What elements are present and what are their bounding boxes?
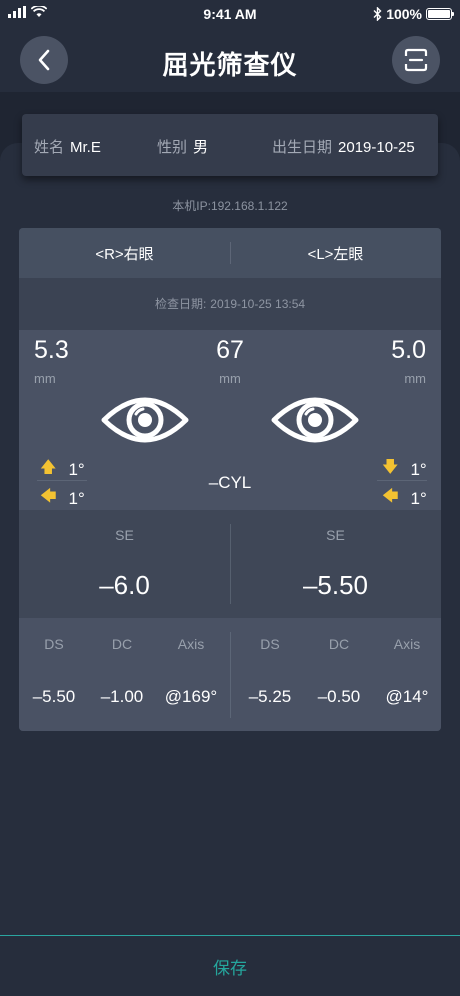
right-se-label: SE xyxy=(115,527,134,543)
arrow-left-icon: 🡄 xyxy=(382,488,399,505)
measurement-panel: 5.3 mm 67 mm 5.0 mm 🡅 1° 🡄 1° –CYL 🡇 1° … xyxy=(19,330,441,510)
left-pupil-size: 5.0 xyxy=(391,336,426,364)
left-vertical-tilt: 🡇 1° xyxy=(382,456,427,483)
left-axis-header: Axis xyxy=(393,636,421,652)
left-pupil-unit: mm xyxy=(404,371,426,386)
right-dc-header: DC xyxy=(111,636,133,652)
exam-date-value: 2019-10-25 13:54 xyxy=(210,297,306,311)
save-button[interactable]: 保存 xyxy=(0,935,460,996)
right-axis-value: @169° xyxy=(164,687,218,706)
arrow-down-icon: 🡇 xyxy=(382,459,399,476)
name-value: Mr.E xyxy=(70,139,101,156)
battery-percent: 100% xyxy=(386,6,422,22)
right-se: SE –6.0 xyxy=(19,510,230,618)
gender-label: 性别 xyxy=(157,139,188,156)
nav-bar: 屈光筛查仪 xyxy=(0,28,460,92)
right-axis-header: Axis xyxy=(177,636,205,652)
scan-button[interactable] xyxy=(392,36,440,84)
scan-icon xyxy=(404,48,428,72)
patient-name: 姓名 Mr.E xyxy=(34,136,101,157)
pupil-distance-unit: mm xyxy=(219,371,241,386)
left-horizontal-tilt: 🡄 1° xyxy=(382,485,427,512)
birth-value: 2019-10-25 xyxy=(338,139,415,156)
gender-value: 男 xyxy=(193,139,209,156)
tab-right-eye[interactable]: <R>右眼 xyxy=(19,228,230,278)
left-dc-header: DC xyxy=(328,636,350,652)
result-card: <R>右眼 <L>左眼 检查日期: 2019-10-25 13:54 5.3 mm… xyxy=(19,228,441,731)
left-tilt-divider xyxy=(377,480,427,481)
left-tilt-down-value: 1° xyxy=(410,459,427,479)
prescription-row: DS DC Axis –5.50 –1.00 @169° DS DC Axis … xyxy=(19,618,441,731)
left-ds-value: –5.25 xyxy=(248,687,292,706)
patient-birthdate: 出生日期 2019-10-25 xyxy=(272,136,415,157)
patient-info-card: 姓名 Mr.E 性别男 出生日期 2019-10-25 xyxy=(22,114,438,176)
cyl-mode: –CYL xyxy=(208,473,252,492)
left-eye-icon xyxy=(271,397,359,443)
patient-gender: 性别男 xyxy=(157,136,208,157)
status-bar: 9:41 AM 100% xyxy=(0,0,460,28)
birth-label: 出生日期 xyxy=(272,139,333,156)
right-eye-icon xyxy=(101,397,189,443)
exam-date-label: 检查日期: xyxy=(154,297,207,311)
right-se-value: –6.0 xyxy=(99,570,150,600)
right-dc-value: –1.00 xyxy=(100,687,144,706)
left-ds-header: DS xyxy=(260,636,280,652)
status-right: 100% xyxy=(373,6,454,22)
eye-tabs: <R>右眼 <L>左眼 xyxy=(19,228,441,278)
tab-divider xyxy=(230,242,231,264)
name-label: 姓名 xyxy=(34,139,65,156)
left-se: SE –5.50 xyxy=(230,510,441,618)
device-ip: 本机IP:192.168.1.122 xyxy=(172,199,288,213)
battery-icon xyxy=(426,8,454,20)
page-title: 屈光筛查仪 xyxy=(162,50,298,80)
left-se-value: –5.50 xyxy=(302,570,369,600)
left-axis-value: @14° xyxy=(385,687,429,706)
exam-date-row: 检查日期: 2019-10-25 13:54 xyxy=(19,278,441,330)
prescription-divider xyxy=(230,632,231,718)
right-ds-value: –5.50 xyxy=(32,687,76,706)
left-tilt-side-value: 1° xyxy=(410,488,427,508)
bluetooth-icon xyxy=(373,7,382,21)
left-dc-value: –0.50 xyxy=(317,687,361,706)
se-divider xyxy=(230,524,231,604)
right-ds-header: DS xyxy=(44,636,64,652)
tab-left-eye[interactable]: <L>左眼 xyxy=(230,228,441,278)
pupil-distance: 67 xyxy=(216,336,244,364)
left-se-label: SE xyxy=(326,527,345,543)
